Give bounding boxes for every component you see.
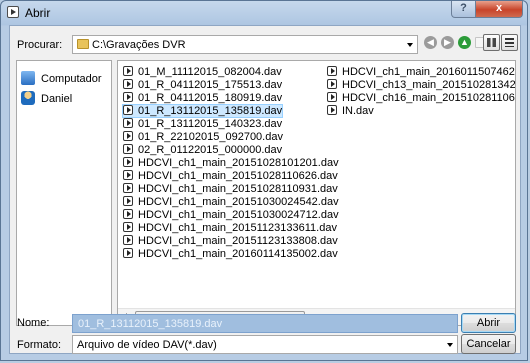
video-file-icon: [123, 157, 133, 167]
video-file-icon: [123, 183, 133, 193]
open-button[interactable]: Abrir: [461, 313, 516, 333]
list-item[interactable]: HDCVI_ch1_main_20151123133808.dav: [123, 235, 338, 247]
list-item[interactable]: HDCVI_ch1_main_20160115074627.dav: [327, 66, 515, 78]
list-item[interactable]: HDCVI_ch1_main_20151028110931.dav: [123, 183, 338, 195]
lookin-label: Procurar:: [17, 39, 63, 51]
list-item[interactable]: HDCVI_ch1_main_20151030024712.dav: [123, 209, 339, 221]
video-file-icon: [327, 105, 337, 115]
video-file-icon: [123, 66, 133, 76]
user-folder-icon: [21, 91, 35, 105]
app-icon: [7, 6, 19, 18]
computer-icon: [21, 71, 35, 85]
filetype-label: Formato:: [17, 339, 62, 351]
video-file-icon: [327, 66, 337, 76]
place-daniel[interactable]: Daniel: [21, 91, 72, 109]
chevron-down-icon: [447, 343, 453, 347]
video-file-icon: [123, 235, 133, 245]
list-item[interactable]: HDCVI_ch16_main_20151028110630.dav: [327, 92, 515, 104]
video-file-icon: [123, 144, 133, 154]
place-label: Daniel: [41, 93, 73, 105]
list-item[interactable]: 01_R_04112015_180919.dav: [123, 92, 282, 104]
list-item[interactable]: HDCVI_ch1_main_20151030024542.dav: [123, 196, 339, 208]
video-file-icon: [123, 105, 133, 115]
video-file-icon: [123, 79, 133, 89]
video-file-icon: [327, 79, 337, 89]
filename-label: Nome:: [17, 317, 50, 329]
folder-icon: [77, 39, 89, 49]
open-file-dialog: Abrir ? x Procurar: C:\Gravações DVR ◀ ▶…: [0, 0, 528, 361]
video-file-icon: [123, 170, 133, 180]
video-file-icon: [327, 92, 337, 102]
filetype-value: Arquivo de vídeo DAV(*.dav): [77, 339, 217, 351]
thumbnail-view-icon[interactable]: [483, 34, 500, 51]
video-file-icon: [123, 131, 133, 141]
video-file-icon: [123, 118, 133, 128]
places-sidebar: Computador Daniel: [16, 60, 112, 326]
list-view-icon[interactable]: [501, 34, 518, 51]
list-item[interactable]: IN.dav: [327, 105, 374, 117]
forward-icon[interactable]: ▶: [441, 36, 454, 49]
list-item[interactable]: HDCVI_ch1_main_20151028101201.dav: [123, 157, 339, 169]
video-file-icon: [123, 196, 133, 206]
dialog-body: Procurar: C:\Gravações DVR ◀ ▶ ▲ Computa…: [9, 25, 521, 354]
help-button[interactable]: ?: [451, 1, 476, 18]
video-file-icon: [123, 248, 133, 258]
video-file-icon: [123, 92, 133, 102]
list-item[interactable]: HDCVI_ch1_main_20151028110626.dav: [123, 170, 338, 182]
close-button[interactable]: x: [475, 1, 523, 18]
file-list: 01_M_11112015_082004.dav 01_R_04112015_1…: [117, 60, 516, 326]
list-item[interactable]: 01_R_22102015_092700.dav: [123, 131, 283, 143]
lookin-path: C:\Gravações DVR: [92, 39, 186, 51]
place-computer[interactable]: Computador: [21, 71, 102, 89]
list-item[interactable]: 02_R_01122015_000000.dav: [123, 144, 282, 156]
chevron-down-icon: [407, 43, 413, 47]
list-item[interactable]: 01_R_04112015_175513.dav: [123, 79, 282, 91]
list-item[interactable]: 01_R_13112015_140323.dav: [123, 118, 282, 130]
window-title: Abrir: [25, 6, 51, 20]
list-item-selected[interactable]: 01_R_13112015_135819.dav: [121, 104, 284, 118]
list-item[interactable]: 01_M_11112015_082004.dav: [123, 66, 282, 78]
video-file-icon: [123, 209, 133, 219]
back-icon[interactable]: ◀: [424, 36, 437, 49]
lookin-combo[interactable]: C:\Gravações DVR: [72, 35, 418, 54]
list-item[interactable]: HDCVI_ch13_main_20151028134215.dav: [327, 79, 515, 91]
up-folder-icon[interactable]: ▲: [458, 36, 471, 49]
title-bar[interactable]: Abrir ? x: [1, 1, 527, 25]
place-label: Computador: [41, 73, 102, 85]
list-item[interactable]: HDCVI_ch1_main_20151123133611.dav: [123, 222, 337, 234]
cancel-button[interactable]: Cancelar: [461, 334, 516, 354]
list-item[interactable]: HDCVI_ch1_main_20160114135002.dav: [123, 248, 338, 260]
video-file-icon: [123, 222, 133, 232]
filetype-combo[interactable]: Arquivo de vídeo DAV(*.dav): [72, 335, 458, 354]
filename-input[interactable]: 01_R_13112015_135819.dav: [72, 314, 458, 333]
